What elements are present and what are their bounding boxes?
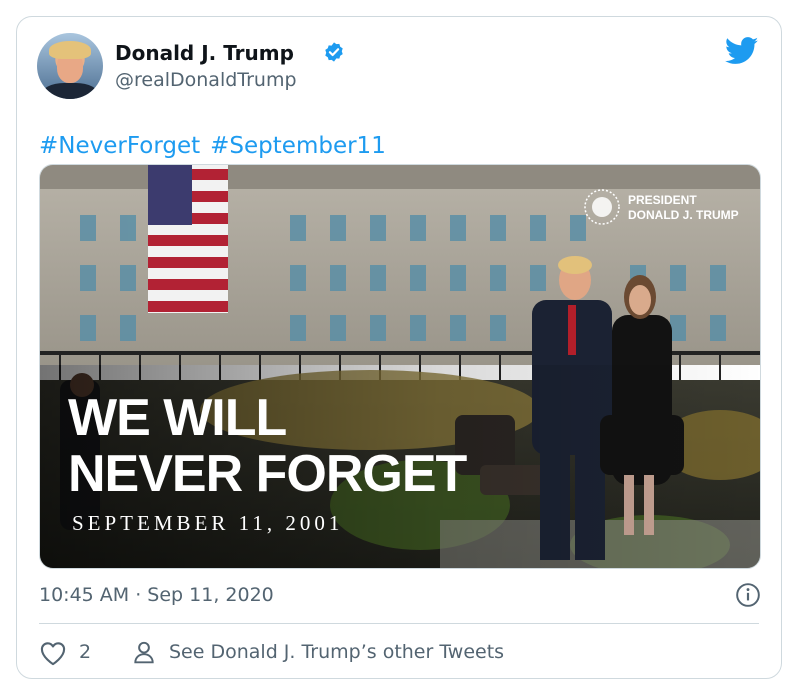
heart-icon[interactable]: [39, 640, 67, 666]
other-tweets-link[interactable]: See Donald J. Trump’s other Tweets: [169, 641, 504, 663]
seal-line-2: DONALD J. TRUMP: [628, 208, 739, 222]
seal-line-1: PRESIDENT: [628, 193, 697, 207]
info-icon[interactable]: [735, 582, 761, 608]
tweet-timestamp[interactable]: 10:45 AM · Sep 11, 2020: [39, 584, 274, 606]
date-line: SEPTEMBER 11, 2001: [72, 511, 343, 535]
author-name[interactable]: Donald J. Trump: [115, 41, 294, 65]
divider: [39, 623, 759, 624]
twitter-bird-icon[interactable]: [725, 37, 759, 65]
headline-line-2: NEVER FORGET: [68, 445, 467, 503]
hashtag-september-11[interactable]: #September11: [210, 133, 386, 159]
tweet-image[interactable]: PRESIDENT DONALD J. TRUMP WE WILL NEVER …: [39, 164, 761, 569]
headline-line-1: WE WILL: [68, 389, 287, 447]
tweet-card[interactable]: Donald J. Trump @realDonaldTrump #NeverF…: [16, 16, 782, 679]
memorial-overlay: PRESIDENT DONALD J. TRUMP WE WILL NEVER …: [68, 193, 739, 535]
avatar[interactable]: [37, 33, 103, 99]
hashtag-never-forget[interactable]: #NeverForget: [39, 133, 200, 159]
like-count: 2: [79, 641, 92, 663]
tweet-text: #NeverForget #September11: [39, 133, 396, 159]
author-handle[interactable]: @realDonaldTrump: [115, 69, 297, 91]
verified-badge-icon: [325, 42, 343, 62]
person-icon[interactable]: [131, 639, 157, 665]
